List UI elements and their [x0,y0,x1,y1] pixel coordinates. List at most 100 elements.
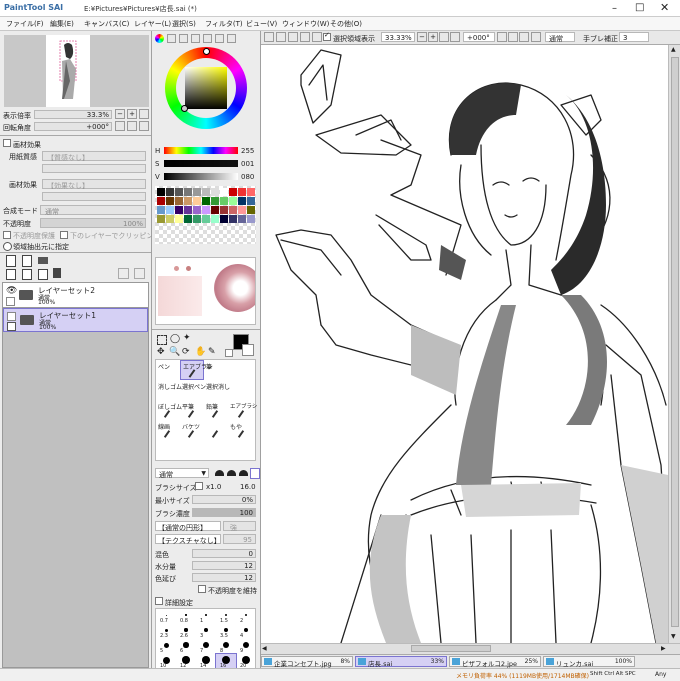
brush-size-preset[interactable]: 5 [156,639,176,654]
color-swatch[interactable] [157,206,165,214]
brush-size-preset[interactable]: 8 [216,639,236,654]
sv-marker[interactable] [181,105,188,112]
brush-size-preset[interactable]: 6 [176,639,196,654]
color-swatch[interactable] [211,188,219,196]
scroll-left-icon[interactable]: ◀ [262,645,267,652]
vertical-scroll-thumb[interactable] [671,57,679,627]
brush-size-multiplier-icon[interactable] [195,482,203,490]
layer-row[interactable]: レイヤーセット1 通常 100% [3,308,148,332]
color-swatch[interactable] [184,188,192,196]
scratchpad-mode-icon[interactable] [227,34,236,43]
clipping-checkbox[interactable] [60,231,68,239]
trash-icon[interactable] [53,268,61,278]
brush-size-preset[interactable]: 14 [196,654,216,669]
layer-clear-icon[interactable] [38,269,48,280]
color-swatch[interactable] [238,215,246,223]
color-swatch[interactable] [166,188,174,196]
brush-mode-select[interactable]: 通常 ▼ [155,468,209,479]
eyedropper-icon[interactable]: ✎ [208,347,216,357]
stabilizer-select[interactable]: 3 [619,32,649,42]
menu-file[interactable]: ファイル(F) [6,19,44,29]
canvas-tool-4[interactable] [300,32,310,42]
navigator-preview[interactable] [4,35,149,107]
menu-other[interactable]: その他(O) [330,19,362,29]
hue-slider[interactable] [164,147,238,154]
layer-visibility-toggle[interactable] [7,312,16,321]
menu-filter[interactable]: フィルタ(T) [205,19,243,29]
tip-square-icon[interactable] [250,468,260,479]
color-wheel-mode-icon[interactable] [155,34,164,43]
color-swatch[interactable] [184,197,192,205]
tip-soft-icon[interactable] [227,470,236,476]
zoom-out-button[interactable]: − [115,109,125,119]
horizontal-scroll-thumb[interactable] [411,645,491,652]
water-slider[interactable]: 12 [192,561,256,570]
tool-brush[interactable]: 筆 [204,360,228,380]
brush-shape-strength[interactable]: 強 [223,521,256,532]
brush-size-preset[interactable]: 2.6 [176,624,196,639]
canvas-actual-button[interactable] [450,32,460,42]
color-swatch[interactable] [247,197,255,205]
move-icon[interactable]: ✥ [157,347,165,357]
canvas-zoom-out-button[interactable]: − [417,32,427,42]
brush-size-multiplier[interactable]: x1.0 [206,483,221,491]
color-swatch[interactable] [175,197,183,205]
color-swatch[interactable] [175,188,183,196]
brush-size-preset[interactable]: 9 [236,639,256,654]
canvas-tool-1[interactable] [264,32,274,42]
tool-pencil[interactable]: 鉛筆 [204,400,228,420]
color-swatch[interactable] [157,188,165,196]
brush-size-preset[interactable]: 0.7 [156,609,176,624]
menu-select[interactable]: 選択(S) [172,19,196,29]
canvas-mode-select[interactable]: 通常 [545,32,575,43]
opacity-slider[interactable]: 100% [40,218,146,228]
transparent-color[interactable] [225,349,233,357]
brush-shape-select[interactable]: 【通常の円形】 [155,521,221,532]
mixer-mode-icon[interactable] [203,34,212,43]
color-swatch[interactable] [202,206,210,214]
hsv-slider-mode-icon[interactable] [179,34,188,43]
scratch-pad[interactable] [155,257,256,325]
paper-effect-toggle[interactable] [3,139,11,147]
layer-merge-icon[interactable] [22,269,32,280]
tool-eraser[interactable]: 消しゴム [156,380,182,400]
stretch-slider[interactable]: 12 [192,573,256,582]
tool-bucket[interactable]: バケツ [180,420,204,440]
tool-flat-brush[interactable]: 平筆 [180,400,204,420]
color-swatch[interactable] [157,197,165,205]
color-swatch[interactable] [247,215,255,223]
selection-source-radio[interactable] [3,242,12,251]
canvas-rotate-left-button[interactable] [497,32,507,42]
brush-size-preset[interactable]: 16 [215,653,237,670]
paper-texture-select[interactable]: 【質感なし】 [42,151,146,162]
color-swatch[interactable] [184,215,192,223]
hue-marker[interactable] [203,48,210,55]
mix-slider[interactable]: 0 [192,549,256,558]
color-swatch[interactable] [220,215,228,223]
tool-mist[interactable]: もや [228,420,255,440]
brush-size-preset[interactable]: 4 [236,624,256,639]
tool-select-pen[interactable]: 選択ペン [180,380,206,400]
brush-size-preset[interactable]: 3.5 [216,624,236,639]
color-bank-mode-icon[interactable] [191,34,200,43]
color-swatch[interactable] [193,215,201,223]
min-size-slider[interactable]: 0% [192,495,256,504]
color-swatch[interactable] [238,206,246,214]
detail-settings-toggle[interactable] [155,597,163,605]
rotate-left-button[interactable] [115,121,125,131]
color-swatch[interactable] [247,188,255,196]
hand-icon[interactable]: ✋ [195,347,206,357]
lasso-icon[interactable]: ◯ [170,334,180,344]
selection-display-checkbox[interactable]: ✓ [323,31,331,41]
canvas-flip-button[interactable] [531,32,541,42]
tool-select-erase[interactable]: 選択消し [204,380,230,400]
canvas-zoom-select[interactable]: 33.33% [381,32,415,42]
color-swatch[interactable] [211,197,219,205]
color-swatch[interactable] [184,206,192,214]
tip-round-icon[interactable] [215,470,224,476]
menu-layer[interactable]: レイヤー(L) [134,19,171,29]
color-swatch[interactable] [220,188,228,196]
maximize-icon[interactable]: □ [635,2,644,13]
color-swatch[interactable] [202,197,210,205]
density-slider[interactable]: 100 [192,508,256,517]
